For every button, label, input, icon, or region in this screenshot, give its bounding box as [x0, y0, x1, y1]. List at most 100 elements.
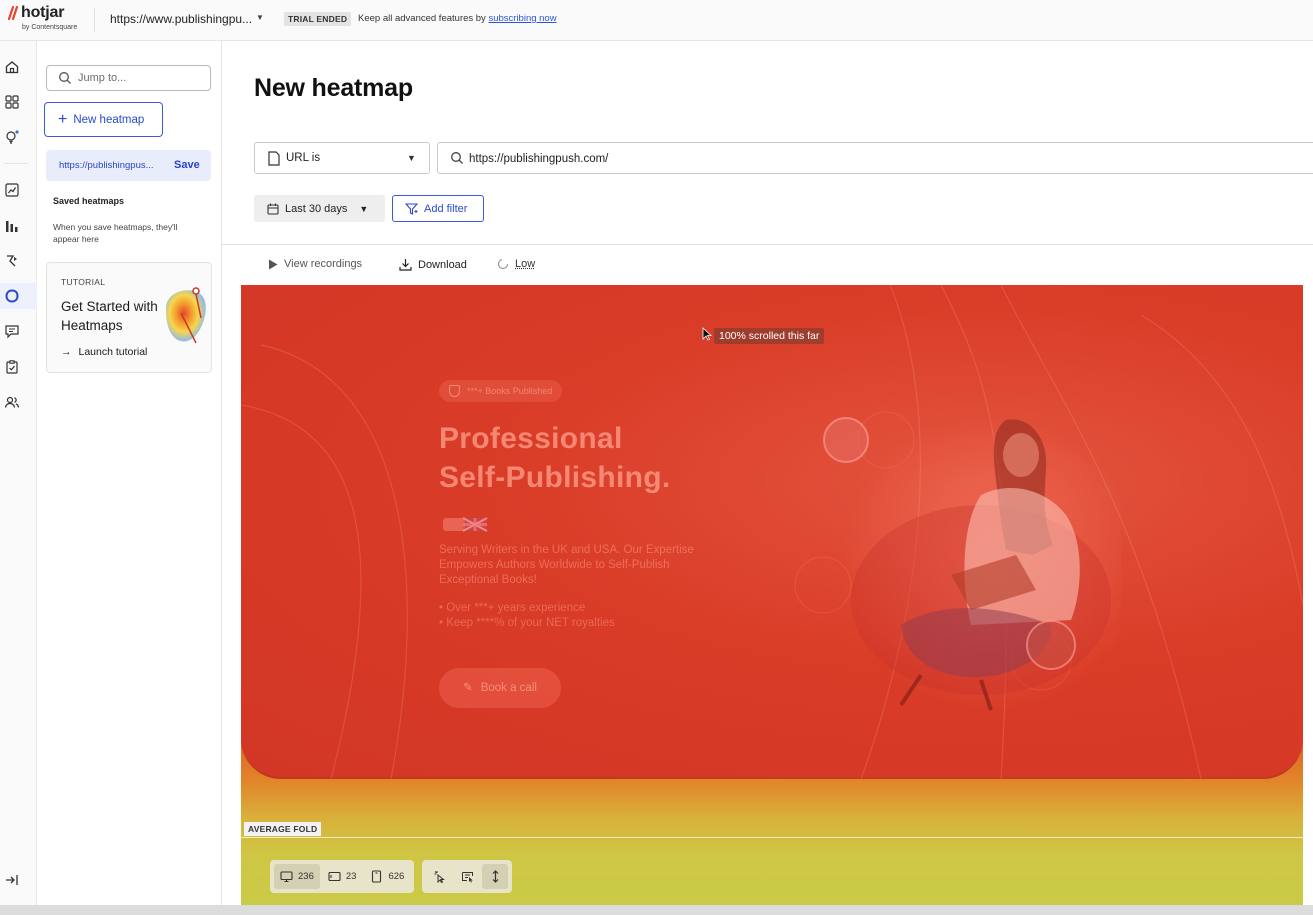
book-a-call-button[interactable]: ✎ Book a call	[439, 668, 561, 708]
divider	[4, 163, 28, 164]
mobile-icon	[372, 870, 382, 883]
chevron-down-icon: ▼	[359, 203, 369, 214]
tutorial-title: Get Started with Heatmaps	[61, 299, 158, 333]
quality-toggle[interactable]: Low	[497, 258, 535, 270]
window-bottom-edge	[0, 905, 1313, 915]
save-button[interactable]: Save	[174, 159, 200, 171]
device-toolbar: 236 23 626	[270, 860, 513, 893]
heatmap-canvas[interactable]: 100% scrolled this far ***+ Books Publis…	[241, 285, 1303, 906]
hero-bullets: • Over ***+ years experience • Keep ****…	[439, 601, 615, 631]
url-condition-select[interactable]: URL is ▼	[254, 142, 430, 174]
heatmap-illustration	[166, 287, 206, 344]
heatmaps-panel: + New heatmap https://publishingpus... S…	[37, 41, 222, 915]
calendar-icon	[267, 203, 279, 215]
shield-icon	[449, 385, 460, 397]
site-selector[interactable]: https://www.publishingpu...	[110, 12, 252, 26]
hero-bullet: • Over ***+ years experience	[439, 602, 586, 614]
pencil-icon: ✎	[463, 682, 473, 694]
trial-message-text: Keep all advanced features by	[358, 13, 489, 24]
device-selector: 236 23 626	[270, 860, 415, 893]
trial-message: Keep all advanced features by subscribin…	[358, 13, 557, 24]
average-fold-line	[241, 837, 1303, 838]
mobile-device-button[interactable]: 626	[364, 864, 410, 889]
surveys-icon[interactable]	[4, 359, 20, 375]
decorative-arcs	[241, 285, 1303, 779]
scroll-map-button[interactable]	[482, 864, 509, 889]
url-field[interactable]	[437, 142, 1313, 174]
hero-description: Serving Writers in the UK and USA. Our E…	[439, 544, 694, 586]
brand-subtitle: by Contentsquare	[22, 24, 78, 31]
collapse-icon[interactable]	[4, 872, 20, 888]
brand-name: hotjar	[21, 4, 65, 21]
hotjar-logo-mark	[7, 6, 19, 20]
desktop-count: 236	[298, 871, 314, 882]
move-map-button[interactable]	[454, 864, 480, 889]
icon-rail	[0, 41, 37, 915]
average-fold-label: AVERAGE FOLD	[244, 822, 322, 836]
tutorial-card: TUTORIAL Get Started with Heatmaps → Lau…	[46, 262, 212, 373]
lightbulb-icon[interactable]	[4, 129, 20, 145]
trial-badge: TRIAL ENDED	[284, 12, 352, 26]
filter-icon	[405, 202, 418, 215]
jump-to-search[interactable]	[46, 65, 211, 91]
heatmaps-icon[interactable]	[4, 288, 20, 304]
url-input[interactable]	[469, 150, 1169, 168]
loading-icon	[497, 258, 509, 270]
search-icon	[451, 152, 463, 164]
download-button[interactable]: Download	[399, 258, 467, 271]
url-condition-label: URL is	[286, 152, 321, 164]
dashboard-icon[interactable]	[4, 94, 20, 110]
hero-heading-line1: Professional	[439, 422, 623, 455]
books-published-label: ***+ Books Published	[467, 386, 553, 396]
heatmap-type-selector	[422, 860, 513, 893]
jump-to-input[interactable]	[78, 69, 203, 87]
click-map-button[interactable]	[426, 864, 452, 889]
page-title: New heatmap	[254, 74, 413, 102]
new-heatmap-button[interactable]: + New heatmap	[44, 102, 163, 137]
add-filter-button[interactable]: Add filter	[392, 195, 484, 222]
users-icon[interactable]	[4, 394, 20, 410]
download-label: Download	[418, 258, 467, 271]
saved-heatmaps-heading: Saved heatmaps	[53, 196, 125, 206]
author-portrait-image	[823, 415, 1121, 715]
view-recordings-label: View recordings	[284, 258, 363, 270]
current-heatmap-url: https://publishingpus...	[59, 160, 154, 171]
play-icon	[269, 259, 278, 269]
plus-icon: +	[58, 110, 68, 128]
feedback-icon[interactable]	[4, 323, 20, 339]
hero-heading-line2: Self-Publishing.	[439, 461, 671, 494]
saved-heatmaps-empty-text: When you save heatmaps, they'll appear h…	[53, 222, 178, 244]
subscribe-link[interactable]: subscribing now	[488, 13, 556, 24]
cursor-icon	[702, 327, 713, 341]
download-icon	[399, 259, 412, 271]
top-bar: hotjar by Contentsquare https://www.publ…	[0, 0, 1313, 41]
tablet-device-button[interactable]: 23	[322, 864, 363, 889]
recordings-icon[interactable]	[4, 253, 20, 269]
hero-bullet: • Keep ****% of your NET royalties	[439, 617, 615, 629]
current-heatmap-item[interactable]: https://publishingpus... Save	[46, 150, 211, 181]
books-published-badge: ***+ Books Published	[439, 380, 563, 402]
move-icon	[461, 872, 473, 883]
add-filter-label: Add filter	[424, 202, 468, 215]
launch-tutorial-label: Launch tutorial	[78, 346, 148, 358]
book-a-call-label: Book a call	[480, 682, 537, 694]
tablet-count: 23	[345, 871, 357, 882]
quality-label: Low	[515, 258, 536, 270]
trends-icon[interactable]	[4, 182, 20, 198]
chevron-down-icon[interactable]: ▼	[256, 13, 264, 22]
view-recordings-button[interactable]: View recordings	[268, 258, 362, 270]
home-icon[interactable]	[4, 59, 20, 75]
heatmap-toolbar: View recordings Download Low	[222, 245, 1313, 285]
scroll-depth-tooltip: 100% scrolled this far	[714, 328, 825, 344]
launch-tutorial-link[interactable]: → Launch tutorial	[61, 346, 147, 358]
search-icon	[59, 72, 71, 84]
date-range-button[interactable]: Last 30 days ▼	[254, 195, 385, 222]
chevron-down-icon: ▼	[407, 153, 416, 163]
new-heatmap-label: New heatmap	[73, 113, 145, 126]
divider	[94, 8, 95, 32]
arrow-right-icon: →	[61, 346, 72, 358]
scroll-icon	[492, 870, 499, 883]
hotjar-logo[interactable]: hotjar by Contentsquare	[7, 3, 92, 35]
funnels-icon[interactable]	[4, 218, 20, 234]
desktop-device-button[interactable]: 236	[274, 864, 320, 889]
